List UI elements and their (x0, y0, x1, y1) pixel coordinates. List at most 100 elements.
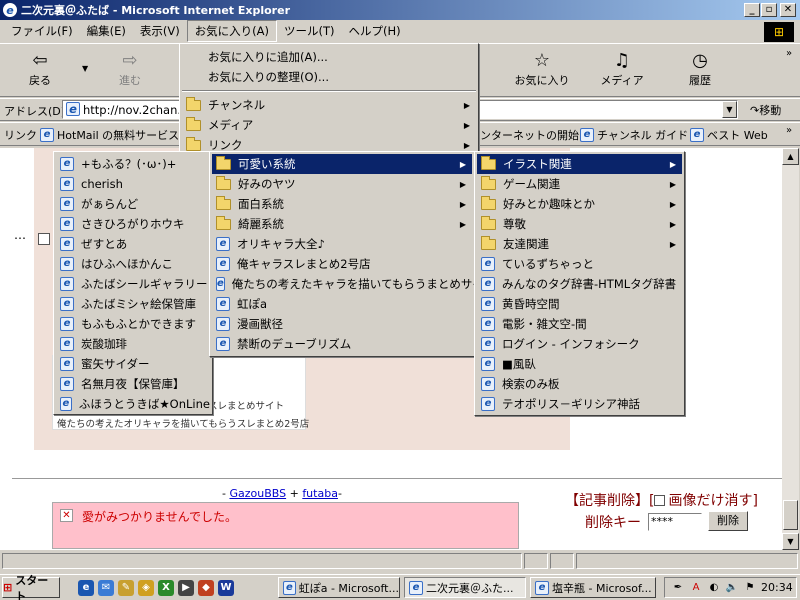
left-menu-item-0[interactable]: e +もふる？(･ω･)+ (56, 154, 210, 174)
forward-label: 進む (119, 74, 141, 87)
left-menu-item-5[interactable]: e はひふへほかんこ (56, 254, 210, 274)
right-menu-folder-2[interactable]: 好みとか趣味とか ▶ (477, 194, 682, 214)
close-button[interactable]: ✕ (780, 3, 796, 17)
delete-button[interactable]: 削除 (708, 511, 748, 531)
volume-icon[interactable]: 🔈 (725, 581, 739, 595)
left-menu-item-12[interactable]: e ふほうとうきば★OnLine (56, 394, 210, 414)
left-menu-item-9[interactable]: e 炭酸珈琲 (56, 334, 210, 354)
mid-menu-link-5[interactable]: e 禁断のデューブリズム (212, 334, 472, 354)
pen-icon[interactable]: ✒ (671, 581, 685, 595)
link-internet-start[interactable]: ンターネットの開始 (480, 127, 579, 143)
address-dropdown-icon[interactable]: ▼ (722, 101, 737, 118)
left-menu-item-3[interactable]: e さきひろがりホウキ (56, 214, 210, 234)
left-menu-item-6[interactable]: e ふたばシールギャラリー (56, 274, 210, 294)
left-menu-item-4[interactable]: e ぜすとあ (56, 234, 210, 254)
right-menu-link-5[interactable]: e ■風臥 (477, 354, 682, 374)
mid-menu-link-5-label: 禁断のデューブリズム (237, 337, 352, 351)
menu-favorites[interactable]: お気に入り(A) (186, 20, 278, 42)
image-only-checkbox[interactable] (654, 495, 665, 506)
ie-page-icon: e (216, 337, 230, 351)
quicklaunch-outlook-icon[interactable]: ✉ (98, 580, 114, 596)
page-icon: e (66, 102, 80, 116)
right-menu-folder-1[interactable]: ゲーム関連 ▶ (477, 174, 682, 194)
back-button[interactable]: ⇦ 戻る (10, 50, 70, 88)
gazoubbs-link[interactable]: GazouBBS (229, 487, 286, 500)
link-channel-guide[interactable]: e チャンネル ガイド (580, 127, 688, 143)
network-icon[interactable]: ◐ (707, 581, 721, 595)
left-menu-item-11[interactable]: e 名無月夜【保管庫】 (56, 374, 210, 394)
menu-edit[interactable]: 編集(E) (80, 21, 133, 41)
left-menu-item-1[interactable]: e cherish (56, 174, 210, 194)
left-menu-item-10[interactable]: e 蜜矢サイダー (56, 354, 210, 374)
mid-menu-link-1[interactable]: e 俺キャラスレまとめ2号店 (212, 254, 472, 274)
vertical-scrollbar[interactable]: ▲ ▼ (782, 148, 799, 550)
menu-file[interactable]: ファイル(F) (4, 21, 80, 41)
windows-logo-icon: ⊞ (764, 22, 794, 42)
left-menu-item-7[interactable]: e ふたばミシャ絵保管庫 (56, 294, 210, 314)
mid-menu-folder-3[interactable]: 綺麗系統 ▶ (212, 214, 472, 234)
mid-menu-link-4[interactable]: e 漫画獣径 (212, 314, 472, 334)
toolbar-chevron-icon[interactable]: » (786, 48, 792, 59)
right-menu-link-1[interactable]: e みんなのタグ辞書-HTMLタグ辞書 (477, 274, 682, 294)
menu-tools[interactable]: ツール(T) (277, 21, 342, 41)
right-menu-link-6[interactable]: e 検索のみ板 (477, 374, 682, 394)
right-menu-folder-4[interactable]: 友達関連 ▶ (477, 234, 682, 254)
favorites-organize-item[interactable]: お気に入りの整理(O)... (182, 67, 476, 87)
quicklaunch-tool-icon[interactable]: ◆ (198, 580, 214, 596)
menu-view[interactable]: 表示(V) (133, 21, 187, 41)
menu-help[interactable]: ヘルプ(H) (342, 21, 408, 41)
mid-menu-folder-1[interactable]: 好みのヤツ ▶ (212, 174, 472, 194)
link-hotmail[interactable]: e HotMail の無料サービス (40, 127, 179, 143)
right-menu-link-2[interactable]: e 黄昏時空間 (477, 294, 682, 314)
mid-menu-link-2[interactable]: e 俺たちの考えたキャラを描いてもらうまとめサイト (212, 274, 495, 294)
favorites-media-item[interactable]: メディア ▶ (182, 115, 476, 135)
post-checkbox[interactable] (38, 233, 50, 245)
maximize-button[interactable]: ▫ (761, 3, 777, 17)
right-menu-folder-3[interactable]: 尊敬 ▶ (477, 214, 682, 234)
delete-key-input[interactable]: **** (648, 513, 702, 531)
right-menu-link-4[interactable]: e ログイン - インフォシーク (477, 334, 682, 354)
favorites-add-item[interactable]: お気に入りに追加(A)... (182, 47, 476, 67)
scroll-up-icon[interactable]: ▲ (782, 148, 799, 165)
back-arrow-icon: ⇦ (32, 50, 48, 71)
favorites-channel-item[interactable]: チャンネル ▶ (182, 95, 476, 115)
forward-button[interactable]: ⇨ 進む (100, 50, 160, 88)
back-dropdown-icon[interactable]: ▼ (82, 64, 88, 73)
favorites-button[interactable]: ☆ お気に入り (512, 50, 572, 88)
task-button-3[interactable]: e 塩辛瓶 - Microsof... (530, 577, 656, 598)
right-menu-link-7[interactable]: e テオポリス－ギリシア神話 (477, 394, 682, 414)
clock: 20:34 (761, 581, 793, 594)
media-button[interactable]: ♫ メディア (592, 50, 652, 88)
shield-icon[interactable]: ⚑ (743, 581, 757, 595)
scrollbar-thumb[interactable] (783, 500, 798, 530)
mid-menu-link-3[interactable]: e 虹ぽa (212, 294, 472, 314)
history-button[interactable]: ◷ 履歴 (670, 50, 730, 88)
left-menu-item-8[interactable]: e もふもふとかできます (56, 314, 210, 334)
quicklaunch-media-icon[interactable]: ▶ (178, 580, 194, 596)
task-button-2[interactable]: e 二次元裏＠ふた... (404, 577, 526, 598)
link-best-web[interactable]: e ベスト Web (690, 127, 768, 143)
go-button[interactable]: ↷移動 (750, 102, 781, 118)
ati-icon[interactable]: A (689, 581, 703, 595)
quicklaunch-ie-icon[interactable]: e (78, 580, 94, 596)
scroll-down-icon[interactable]: ▼ (782, 533, 799, 550)
quicklaunch-app-icon[interactable]: ◈ (138, 580, 154, 596)
start-button[interactable]: ⊞ スタート (2, 574, 60, 600)
mid-menu-link-0[interactable]: e オリキャラ大全♪ (212, 234, 472, 254)
right-menu-link-3[interactable]: e 電影・雑文空-間 (477, 314, 682, 334)
right-menu-link-0[interactable]: e ているずちゃっと (477, 254, 682, 274)
futaba-link[interactable]: futaba (302, 487, 338, 500)
left-menu-item-2[interactable]: e がぁらんど (56, 194, 210, 214)
task-button-1[interactable]: e 虹ぽa - Microsoft... (278, 577, 400, 598)
favorites-channel-label: チャンネル (208, 98, 266, 112)
right-menu-folder-0[interactable]: イラスト関連 ▶ (477, 154, 682, 174)
quicklaunch-notepad-icon[interactable]: ✎ (118, 580, 134, 596)
links-label: リンク (4, 129, 37, 142)
quicklaunch-excel-icon[interactable]: X (158, 580, 174, 596)
quicklaunch-word-icon[interactable]: W (218, 580, 234, 596)
links-chevron-icon[interactable]: » (786, 125, 792, 136)
mid-menu-folder-0[interactable]: 可愛い系統 ▶ (212, 154, 472, 174)
dots: … (14, 228, 26, 242)
mid-menu-folder-2[interactable]: 面白系統 ▶ (212, 194, 472, 214)
minimize-button[interactable]: _ (744, 3, 760, 17)
